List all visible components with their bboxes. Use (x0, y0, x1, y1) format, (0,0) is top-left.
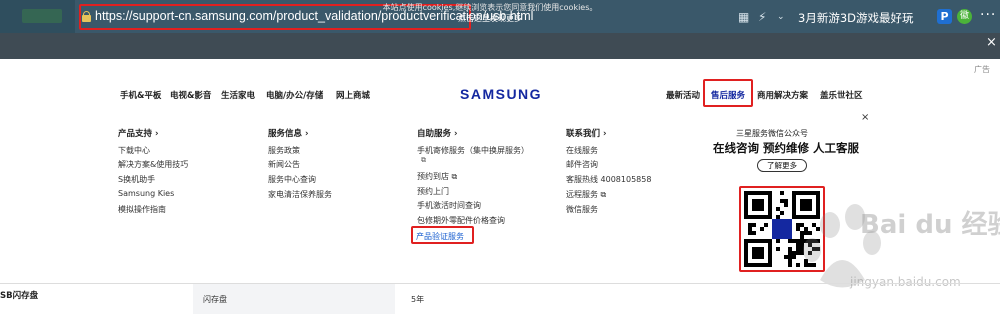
cookie-banner (0, 33, 1000, 59)
cookie-close-icon[interactable]: × (986, 35, 997, 50)
nav-tv-av[interactable]: 电视&影音 (170, 89, 211, 101)
cookie-text: 本站点使用cookies,继续浏览表示您同意我们使用cookies。 (382, 3, 598, 12)
ad-label: 广告 (974, 65, 990, 74)
col-item[interactable]: 家电清洁保养服务 (268, 189, 332, 200)
col-item[interactable]: 手机激活时间查询 (417, 200, 481, 211)
nav-active-highlight (703, 79, 753, 107)
nav-business-solutions[interactable]: 商用解决方案 (757, 89, 808, 101)
col-item[interactable]: 包修期外零配件价格查询 (417, 215, 505, 226)
baidu-watermark-url: jingyan.baidu.com (850, 275, 961, 289)
col-item[interactable]: 手机寄修服务（集中换屏服务） (417, 145, 529, 156)
col-item[interactable]: 邮件咨询 (566, 159, 598, 170)
external-link-icon: ⧉ (421, 156, 426, 164)
cookie-more-link[interactable]: 点击这里发现更多 (0, 13, 980, 24)
table-cell: 闪存盘 (203, 295, 227, 304)
col-item[interactable]: Samsung Kies (118, 189, 174, 198)
col-item[interactable]: 下载中心 (118, 145, 150, 156)
col-item[interactable]: 预约上门 (417, 186, 449, 197)
col-item[interactable]: 服务中心查询 (268, 174, 316, 185)
wechat-title: 三星服务微信公众号 (736, 129, 808, 138)
nav-latest-events[interactable]: 最新活动 (666, 89, 700, 101)
nav-computers-office[interactable]: 电脑/办公/存储 (266, 89, 323, 101)
col-self-service-head[interactable]: 自助服务 › (417, 127, 457, 139)
samsung-logo[interactable]: SAMSUNG (460, 86, 542, 102)
wechat-subtitle: 在线咨询 预约维修 人工客服 (713, 141, 860, 155)
nav-phones-tablets[interactable]: 手机&平板 (120, 89, 161, 101)
col-item[interactable]: 新闻公告 (268, 159, 300, 170)
col-item[interactable]: S换机助手 (118, 174, 155, 185)
nav-online-store[interactable]: 网上商城 (336, 89, 370, 101)
learn-more-button[interactable]: 了解更多 (757, 159, 807, 172)
col-item[interactable]: 在线服务 (566, 145, 598, 156)
close-icon[interactable]: × (861, 112, 869, 123)
col-service-info-head[interactable]: 服务信息 › (268, 127, 308, 139)
col-item[interactable]: 微信服务 (566, 204, 598, 215)
col-item[interactable]: 解决方案&使用技巧 (118, 159, 188, 170)
col-item[interactable]: 预约到店 ⧉ (417, 171, 457, 182)
col-item[interactable]: 模拟操作指南 (118, 204, 166, 215)
nav-home-appliances[interactable]: 生活家电 (221, 89, 255, 101)
baidu-watermark-text: Bai du 经验 (860, 210, 1000, 240)
col-product-support-head[interactable]: 产品支持 › (118, 127, 158, 139)
col-item[interactable]: 远程服务 ⧉ (566, 189, 606, 200)
nav-galaxy-community[interactable]: 盖乐世社区 (820, 89, 863, 101)
table-divider (0, 283, 1000, 284)
col-item[interactable]: 客服热线 4008105858 (566, 174, 651, 185)
table-row-head: SB闪存盘 (0, 291, 39, 301)
product-verification-highlight (411, 226, 474, 244)
more-menu-icon[interactable]: ··· (980, 7, 996, 23)
screenshot-root: { "browser": { "url": "https://support-c… (0, 0, 1000, 314)
col-item[interactable]: 服务政策 (268, 145, 300, 156)
col-contact-us-head[interactable]: 联系我们 › (566, 127, 606, 139)
table-cell: 5年 (411, 295, 425, 304)
